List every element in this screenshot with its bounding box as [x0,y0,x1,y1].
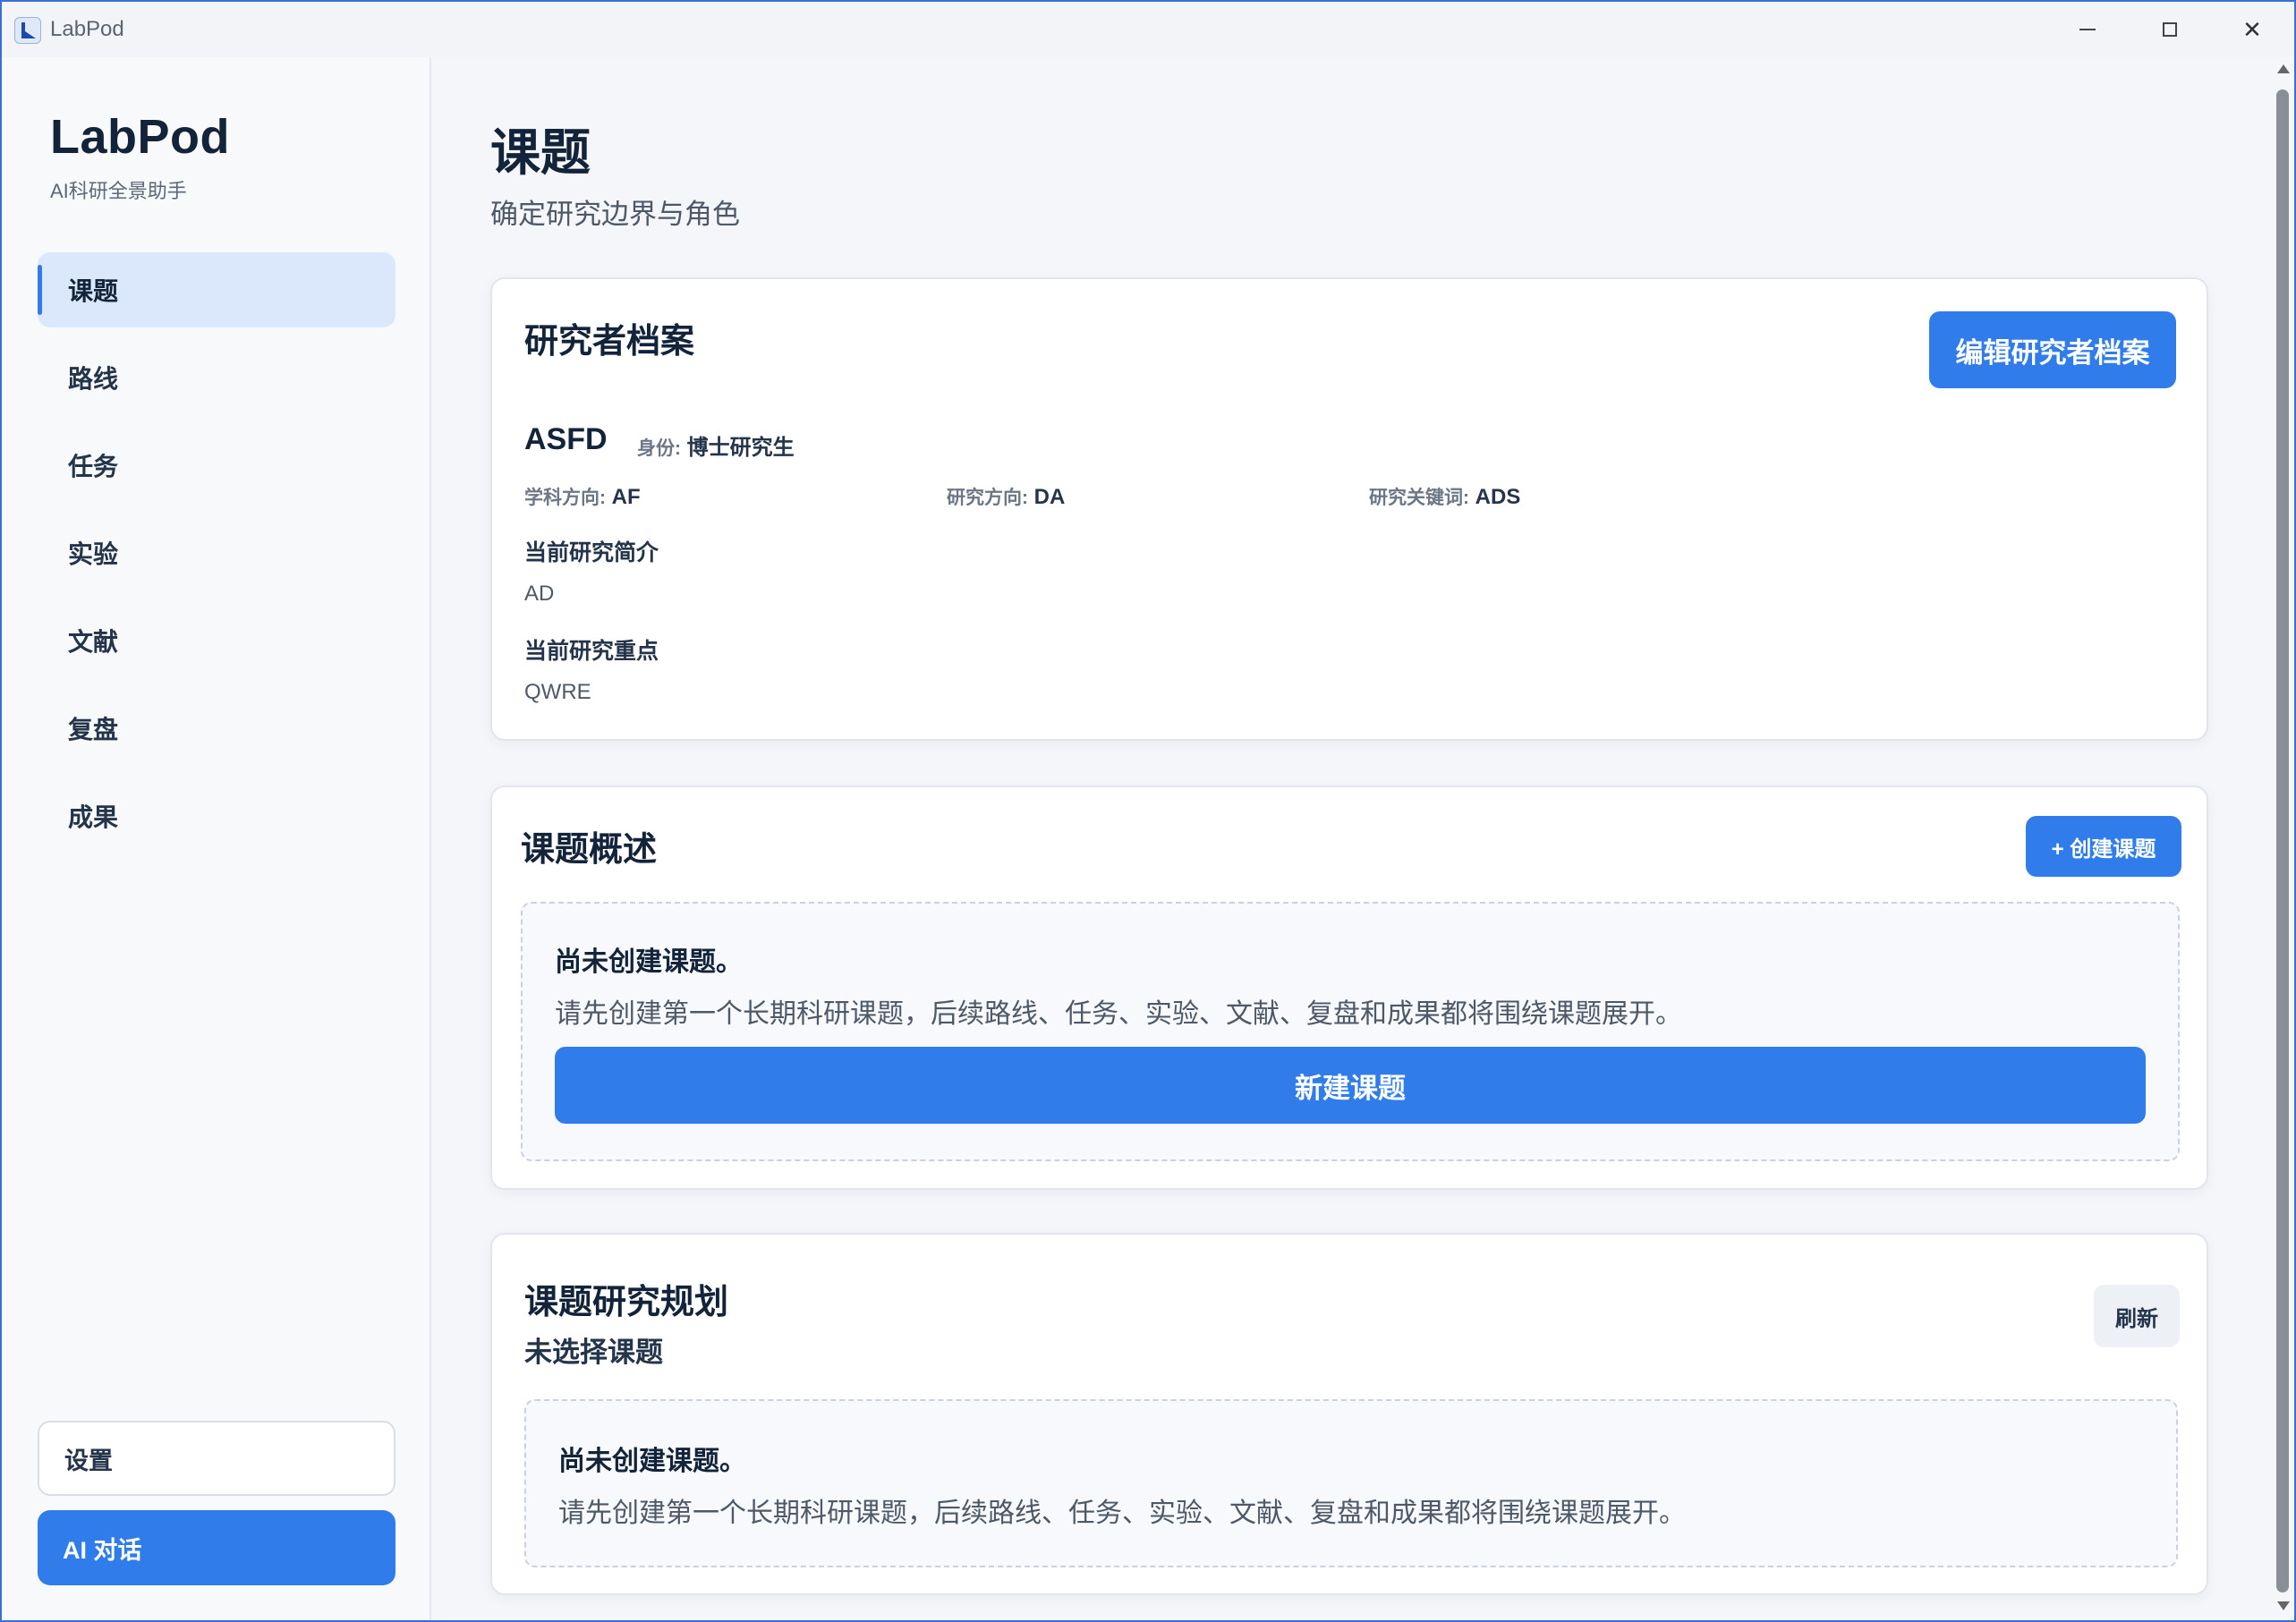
ai-chat-button[interactable]: AI 对话 [38,1510,395,1585]
main-content: 课题 确定研究边界与角色 研究者档案 编辑研究者档案 ASFD 身份: 博士研究… [431,57,2266,1620]
focus-value: QWRE [524,680,591,704]
create-topic-button[interactable]: + 创建课题 [2026,816,2181,877]
scroll-down-icon[interactable] [2277,1601,2290,1610]
empty-state-title: 尚未创建课题。 [555,947,743,977]
direction-value: DA [1033,485,1066,509]
overview-card-title: 课题概述 [521,831,658,869]
sidebar-item-results[interactable]: 成果 [38,778,395,853]
sidebar-nav: 课题 路线 任务 实验 文献 复盘 成果 [38,252,395,866]
maximize-icon [2163,22,2177,37]
plan-card-title: 课题研究规划 [524,1284,729,1321]
app-logo-icon [14,17,41,44]
title-bar: LabPod ✕ [2,2,2294,57]
discipline-field: 学科方向: AF [524,483,641,510]
brand-subtitle: AI科研全景助手 [50,180,187,202]
focus-heading: 当前研究重点 [524,639,659,664]
keywords-label: 研究关键词: [1369,488,1469,508]
discipline-label: 学科方向: [524,488,606,508]
researcher-profile-card: 研究者档案 编辑研究者档案 ASFD 身份: 博士研究生 学科方向: AF 研究… [490,277,2208,741]
sidebar: LabPod AI科研全景助手 课题 路线 任务 实验 文献 复盘 成果 设置 … [2,57,431,1620]
page-title: 课题 [490,124,591,181]
plan-empty-description: 请先创建第一个长期科研课题，后续路线、任务、实验、文献、复盘和成果都将围绕课题展… [558,1499,1686,1528]
empty-state-box: 尚未创建课题。 请先创建第一个长期科研课题，后续路线、任务、实验、文献、复盘和成… [521,902,2180,1161]
sidebar-item-literature[interactable]: 文献 [38,603,395,678]
scroll-up-icon[interactable] [2277,64,2290,73]
sidebar-item-experiment[interactable]: 实验 [38,515,395,590]
close-button[interactable]: ✕ [2218,9,2286,50]
page-subtitle: 确定研究边界与角色 [490,199,740,230]
close-icon: ✕ [2242,15,2262,43]
maximize-button[interactable] [2136,9,2204,50]
brand-title: LabPod [50,110,230,164]
edit-profile-button[interactable]: 编辑研究者档案 [1929,311,2176,388]
profile-card-title: 研究者档案 [524,323,695,361]
sidebar-item-task[interactable]: 任务 [38,428,395,503]
research-plan-card: 课题研究规划 未选择课题 刷新 尚未创建课题。 请先创建第一个长期科研课题，后续… [490,1233,2208,1595]
app-window: LabPod ✕ LabPod AI科研全景助手 课题 路线 任务 实验 文献 … [0,0,2296,1622]
direction-label: 研究方向: [947,488,1028,508]
discipline-value: AF [611,485,641,509]
researcher-name: ASFD [524,422,608,456]
keywords-field: 研究关键词: ADS [1369,483,1520,510]
topic-overview-card: 课题概述 + 创建课题 尚未创建课题。 请先创建第一个长期科研课题，后续路线、任… [490,786,2208,1190]
intro-value: AD [524,582,555,606]
minimize-icon [2079,29,2096,30]
scroll-thumb[interactable] [2276,89,2289,1592]
direction-field: 研究方向: DA [947,483,1065,510]
keywords-value: ADS [1475,485,1521,509]
vertical-scrollbar[interactable] [2269,57,2294,1620]
role-label: 身份: [637,438,681,459]
researcher-role: 身份: 博士研究生 [637,429,795,461]
plan-card-subtitle: 未选择课题 [524,1337,663,1368]
role-value: 博士研究生 [686,436,795,460]
sidebar-item-topic[interactable]: 课题 [38,252,395,327]
plan-empty-box: 尚未创建课题。 请先创建第一个长期科研课题，后续路线、任务、实验、文献、复盘和成… [524,1399,2178,1567]
refresh-button[interactable]: 刷新 [2094,1285,2180,1347]
intro-heading: 当前研究简介 [524,540,659,565]
empty-state-description: 请先创建第一个长期科研课题，后续路线、任务、实验、文献、复盘和成果都将围绕课题展… [555,999,1682,1029]
settings-button[interactable]: 设置 [38,1421,395,1496]
window-title: LabPod [50,17,124,41]
minimize-button[interactable] [2054,9,2122,50]
sidebar-item-route[interactable]: 路线 [38,340,395,415]
plan-empty-title: 尚未创建课题。 [558,1447,746,1476]
new-topic-button[interactable]: 新建课题 [555,1047,2146,1124]
sidebar-item-review[interactable]: 复盘 [38,691,395,766]
